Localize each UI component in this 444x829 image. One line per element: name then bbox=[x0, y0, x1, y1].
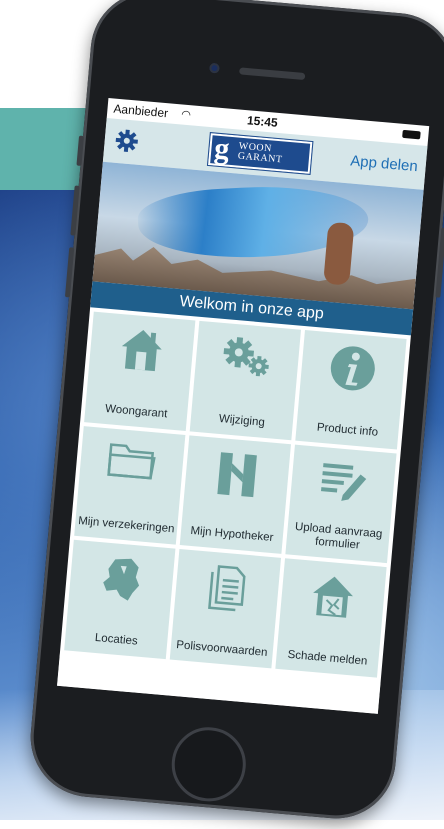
tile-wijziging[interactable]: Wijziging bbox=[189, 320, 301, 440]
phone-mockup: Aanbieder ◠ 15:45 g WOON GARANT App dele… bbox=[25, 0, 444, 829]
info-icon bbox=[330, 346, 375, 391]
documents-icon bbox=[208, 565, 246, 612]
house-icon bbox=[121, 329, 162, 372]
damaged-house-icon bbox=[313, 576, 353, 619]
phone-body: Aanbieder ◠ 15:45 g WOON GARANT App dele… bbox=[25, 0, 444, 824]
tile-label: Locaties bbox=[94, 631, 139, 648]
tile-label: Product info bbox=[316, 421, 379, 439]
tile-label: Upload aanvraag formulier bbox=[294, 521, 383, 552]
mute-switch bbox=[76, 135, 85, 166]
menu-grid: Woongarant Wijziging Product info Mijn v… bbox=[64, 311, 407, 678]
tile-mijn-hypotheker[interactable]: Mijn Hypotheker bbox=[179, 435, 292, 555]
tile-label: Polisvoorwaarden bbox=[175, 639, 268, 659]
front-camera bbox=[209, 62, 220, 74]
logo-text: WOON GARANT bbox=[237, 141, 283, 166]
gears-icon bbox=[223, 337, 269, 377]
document-pen-icon bbox=[321, 462, 367, 501]
settings-button[interactable] bbox=[114, 128, 140, 154]
earpiece-speaker bbox=[239, 67, 306, 81]
tile-mijn-verzekeringen[interactable]: Mijn verzekeringen bbox=[74, 425, 186, 545]
tile-schade-melden[interactable]: Schade melden bbox=[275, 558, 387, 678]
tile-upload-aanvraag[interactable]: Upload aanvraag formulier bbox=[285, 444, 397, 564]
tile-polisvoorwaarden[interactable]: Polisvoorwaarden bbox=[169, 549, 282, 669]
gear-icon bbox=[115, 129, 138, 152]
clock: 15:45 bbox=[246, 113, 279, 130]
tile-woongarant[interactable]: Woongarant bbox=[84, 311, 196, 431]
tile-locaties[interactable]: Locaties bbox=[64, 540, 176, 660]
folder-icon bbox=[107, 442, 156, 480]
app-screen: Aanbieder ◠ 15:45 g WOON GARANT App dele… bbox=[57, 98, 430, 714]
carrier-label: Aanbieder bbox=[112, 101, 169, 121]
home-button[interactable] bbox=[168, 724, 249, 805]
netherlands-map-icon bbox=[103, 559, 140, 601]
battery-icon bbox=[402, 129, 421, 140]
share-app-button[interactable]: App delen bbox=[350, 152, 419, 175]
tile-label: Mijn Hypotheker bbox=[189, 525, 274, 545]
tile-label: Woongarant bbox=[104, 402, 168, 421]
power-button bbox=[435, 227, 444, 298]
logo-letter: g bbox=[213, 131, 231, 166]
tile-label: Wijziging bbox=[218, 412, 266, 429]
tile-product-info[interactable]: Product info bbox=[295, 330, 407, 450]
logo-line-2: GARANT bbox=[237, 150, 283, 166]
tile-label: Schade melden bbox=[287, 648, 368, 668]
woongarant-logo: g WOON GARANT bbox=[206, 131, 314, 176]
wifi-icon: ◠ bbox=[180, 108, 192, 122]
hypotheker-logo-icon bbox=[217, 451, 257, 497]
tile-label: Mijn verzekeringen bbox=[77, 515, 175, 536]
